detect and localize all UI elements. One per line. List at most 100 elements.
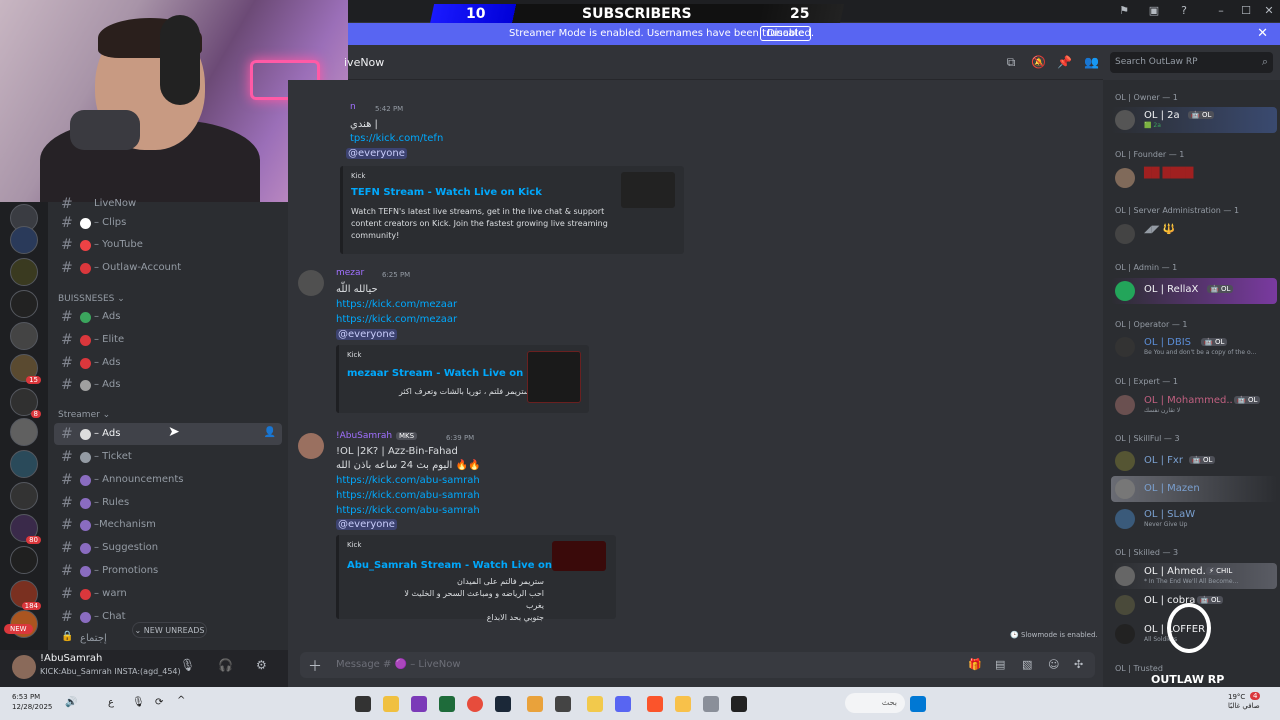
channel-item[interactable]: # – Ticket [54, 446, 282, 468]
headphones-icon[interactable]: 🎧 [218, 658, 233, 672]
folder-icon[interactable] [675, 696, 691, 712]
member-item[interactable]: OL | Fxr 🤖 OL [1111, 448, 1277, 474]
message-author[interactable]: mezar [336, 268, 364, 278]
discord-icon[interactable] [615, 696, 631, 712]
app-icon[interactable] [527, 696, 543, 712]
member-item[interactable]: ██ ████ [1111, 165, 1277, 191]
gear-icon[interactable]: ⚙ [256, 658, 267, 672]
category-business[interactable]: BUISSNESES ⌄ [58, 294, 125, 304]
search-input[interactable]: Search OutLaw RP [1115, 57, 1198, 67]
channel-item[interactable]: # –Mechanism [54, 514, 282, 536]
channel-item[interactable]: # – YouTube [54, 234, 282, 256]
cod-app-icon[interactable] [355, 696, 371, 712]
member-item[interactable]: OL | RellaX 🤖 OL [1111, 278, 1277, 304]
message-author[interactable]: n [350, 102, 356, 112]
embed-thumbnail[interactable] [552, 541, 606, 571]
channel-item[interactable]: # – Suggestion [54, 537, 282, 559]
server-icon[interactable] [10, 322, 38, 350]
add-member-icon[interactable]: 👤 [264, 427, 276, 438]
embed-thumbnail[interactable] [621, 172, 675, 208]
server-icon[interactable]: 80 [10, 514, 41, 544]
channel-item[interactable]: # – Promotions [54, 560, 282, 582]
avatar[interactable] [298, 433, 324, 459]
minimize-icon[interactable]: – [1215, 5, 1227, 17]
sticker-icon[interactable]: ▧ [1022, 658, 1032, 671]
embed-title[interactable]: TEFN Stream - Watch Live on Kick [351, 187, 542, 198]
message-link[interactable]: https://kick.com/mezaar [336, 299, 457, 310]
attach-plus-icon[interactable]: ＋ [308, 656, 322, 676]
avatar[interactable] [298, 270, 324, 296]
maximize-icon[interactable]: ☐ [1240, 5, 1252, 17]
message-link[interactable]: https://kick.com/abu-samrah [336, 505, 480, 516]
message-link[interactable]: https://kick.com/abu-samrah [336, 490, 480, 501]
server-icon[interactable]: 15 [10, 354, 41, 384]
steam-icon[interactable] [495, 696, 511, 712]
channel-item[interactable]: # – Clips [54, 212, 282, 234]
channel-item[interactable]: # – Announcements [54, 469, 282, 491]
app-icon[interactable] [411, 696, 427, 712]
server-icon[interactable] [10, 418, 38, 446]
member-item[interactable]: ◢◤ 🔱 [1111, 221, 1277, 247]
app-icon[interactable] [555, 696, 571, 712]
category-streamer[interactable]: Streamer ⌄ [58, 410, 110, 420]
app-icon[interactable] [731, 696, 747, 712]
member-item[interactable]: OL | Ahmed. ⚡ CHIL * In The End We'll All … [1111, 563, 1277, 589]
embed-title[interactable]: Abu_Samrah Stream - Watch Live on Kick [347, 560, 579, 571]
server-icon[interactable] [10, 482, 38, 510]
channel-item[interactable]: # – warn [54, 583, 282, 605]
server-icon[interactable]: 184 [10, 580, 41, 610]
channel-item[interactable]: # – Elite [54, 329, 282, 351]
member-item[interactable]: OL | Mazen [1111, 476, 1277, 502]
chrome-icon[interactable] [467, 696, 483, 712]
new-unreads-button[interactable]: ⌄ NEW UNREADS [132, 622, 207, 638]
apps-icon[interactable]: ✣ [1074, 658, 1083, 671]
inbox-icon[interactable]: ⚑ [1118, 5, 1130, 17]
pin-icon[interactable]: 📌 [1057, 55, 1072, 69]
message-author[interactable]: !AbuSamrah [336, 431, 392, 441]
message-link[interactable]: tps://kick.com/tefn [350, 133, 443, 144]
server-icon[interactable] [10, 450, 38, 478]
excel-icon[interactable] [439, 696, 455, 712]
search-box[interactable]: Search OutLaw RP ⌕ [1110, 52, 1273, 73]
embed-thumbnail[interactable] [527, 351, 581, 403]
channel-item[interactable]: # – Ads [54, 352, 282, 374]
app-icon[interactable] [587, 696, 603, 712]
member-item[interactable]: OL | DBIS 🤖 OL Be You and don't be a copy … [1111, 334, 1277, 360]
channel-item[interactable]: # – Ads [54, 306, 282, 328]
speaker-icon[interactable]: 🔊 [65, 697, 77, 708]
input-language[interactable]: ع [108, 697, 114, 708]
tray-chevron-icon[interactable]: ^ [177, 695, 185, 706]
server-icon[interactable] [10, 258, 38, 286]
app-icon[interactable] [383, 696, 399, 712]
screen-icon[interactable]: ▣ [1148, 5, 1160, 17]
microphone-icon[interactable]: 🎙 [180, 658, 195, 672]
server-icon[interactable] [10, 290, 38, 318]
mute-bell-icon[interactable]: 🔕 [1031, 55, 1046, 69]
message-link[interactable]: https://kick.com/abu-samrah [336, 475, 480, 486]
disable-button[interactable]: Disable [760, 26, 812, 41]
close-window-icon[interactable]: ✕ [1263, 5, 1275, 17]
server-icon[interactable] [10, 226, 38, 254]
brave-icon[interactable] [647, 696, 663, 712]
emoji-icon[interactable]: ☺ [1048, 658, 1059, 671]
gift-icon[interactable]: 🎁 [968, 658, 982, 671]
member-item[interactable]: OL | 2a 🤖 OL 🟩 2a [1111, 107, 1277, 133]
member-item[interactable]: OL | SLaW Never Give Up [1111, 506, 1277, 532]
message-link[interactable]: https://kick.com/mezaar [336, 314, 457, 325]
clock[interactable]: 6:53 PM 12/28/2025 [12, 692, 52, 712]
channel-item[interactable]: # – Rules [54, 492, 282, 514]
channel-item[interactable]: # – Ads [54, 374, 282, 396]
taskbar-search[interactable]: بحث [845, 693, 905, 713]
members-list-icon[interactable]: 👥 [1084, 55, 1099, 69]
help-icon[interactable]: ? [1178, 5, 1190, 17]
tray-app-icon[interactable]: ⟳ [155, 697, 163, 708]
mic-tray-icon[interactable]: 🎙 [132, 697, 145, 708]
gif-icon[interactable]: ▤ [995, 658, 1005, 671]
message-input[interactable]: ＋ Message # 🟣 – LiveNow 🎁 ▤ ▧ ☺ ✣ [300, 652, 1095, 678]
threads-icon[interactable]: ⧉ [1004, 55, 1018, 69]
avatar[interactable] [12, 655, 36, 679]
windows-start-icon[interactable] [910, 696, 926, 712]
channel-item[interactable]: # – Outlaw-Account [54, 257, 282, 279]
member-item[interactable]: OL | Mohammed.. 🤖 OL لا تقارن نفسك [1111, 392, 1277, 418]
server-icon[interactable]: 8 [10, 388, 41, 418]
